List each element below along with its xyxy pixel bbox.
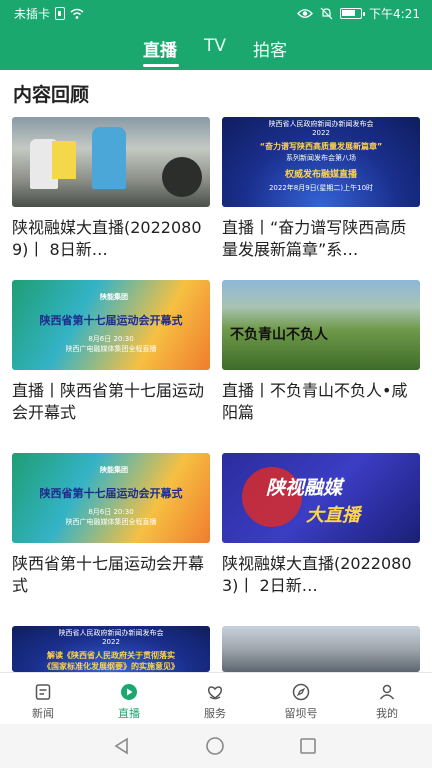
card-thumbnail	[222, 626, 420, 672]
nav-live[interactable]: 直播	[86, 673, 172, 725]
thumb-text: 陕西广电融媒体集团全程直播	[65, 518, 157, 526]
thumb-text: 8月6日 20:30	[88, 508, 134, 516]
thumb-text: 2022	[102, 638, 120, 646]
card-title: 直播丨陕西省第十七届运动会开幕式	[12, 381, 205, 422]
wifi-icon	[70, 8, 84, 20]
card-title: 陕西省第十七届运动会开幕式	[12, 554, 205, 595]
profile-icon	[379, 684, 395, 700]
section-title: 内容回顾	[13, 84, 90, 106]
nav-label: 直播	[118, 707, 140, 720]
card-title: 直播丨“奋力谱写陕西高质量发展新篇章”系…	[222, 218, 407, 259]
content-card[interactable]: 不负青山不负人 直播丨不负青山不负人•咸阳篇	[222, 280, 420, 424]
sim-icon	[55, 7, 66, 20]
thumb-text: 2022年8月9日(星期二)上午10时	[268, 184, 374, 192]
thumb-text: 大直播	[306, 505, 360, 526]
nav-label: 我的	[376, 707, 398, 720]
service-heart-icon	[207, 686, 223, 700]
nav-profile[interactable]: 我的	[344, 673, 430, 725]
thumb-text: 8月6日 20:30	[88, 335, 134, 343]
nav-service[interactable]: 服务	[172, 673, 258, 725]
card-title: 陕视融媒大直播(20220809)丨 8日新…	[12, 218, 202, 259]
nav-label: 新闻	[32, 707, 54, 720]
nav-liubahao[interactable]: 留坝号	[258, 673, 344, 725]
thumb-text: 陕西省第十七届运动会开幕式	[39, 314, 183, 327]
card-thumbnail	[12, 117, 210, 207]
back-icon[interactable]	[112, 736, 132, 756]
thumb-calligraphy: 不负青山不负人	[230, 327, 328, 343]
thumb-text: 陕西省第十七届运动会开幕式	[39, 487, 183, 500]
thumb-text: 权威发布融媒直播	[284, 170, 357, 180]
thumb-text: “奋力谱写陕西高质量发展新篇章”	[259, 142, 383, 151]
card-thumbnail: 陕西省人民政府新闻办新闻发布会 2022 “奋力谱写陕西高质量发展新篇章” 系列…	[222, 117, 420, 207]
thumb-logo: 陕能集团	[100, 293, 128, 301]
tab-live[interactable]: 直播	[143, 36, 177, 61]
bottom-nav: 新闻 直播 服务 留坝号 我的	[0, 672, 432, 724]
app-header: 未插卡 下午4:21 直播 TV 拍客	[0, 0, 432, 70]
thumb-text: 2022	[312, 129, 330, 137]
thumb-text: 解读《陕西省人民政府关于贯彻落实	[47, 651, 175, 660]
card-thumbnail: 陕视融媒 大直播	[222, 453, 420, 543]
content-card[interactable]: 陕视融媒 大直播 陕视融媒大直播(20220803)丨 2日新…	[222, 453, 420, 597]
thumb-text: 系列新闻发布会第八场	[286, 154, 356, 162]
thumb-text: 陕西省人民政府新闻办新闻发布会	[58, 629, 164, 637]
top-tab-bar: 直播 TV 拍客	[0, 30, 432, 70]
card-thumbnail: 陕能集团 陕西省第十七届运动会开幕式 8月6日 20:30 陕西广电融媒体集团全…	[12, 280, 210, 370]
content-card[interactable]: 陕西省人民政府新闻办新闻发布会 2022 “奋力谱写陕西高质量发展新篇章” 系列…	[222, 117, 420, 261]
recents-icon[interactable]	[298, 736, 318, 756]
eye-icon	[297, 8, 313, 19]
status-time: 下午4:21	[369, 7, 420, 21]
content-card[interactable]	[222, 626, 420, 672]
status-bar: 未插卡 下午4:21	[0, 0, 432, 26]
tab-paike[interactable]: 拍客	[253, 36, 287, 61]
nav-label: 服务	[204, 707, 226, 720]
system-nav-bar	[0, 724, 432, 768]
content-card[interactable]: 陕能集团 陕西省第十七届运动会开幕式 8月6日 20:30 陕西广电融媒体集团全…	[12, 453, 210, 597]
nav-news[interactable]: 新闻	[0, 673, 86, 725]
carrier-label: 未插卡	[14, 7, 51, 21]
thumb-text: 陕视融媒	[266, 477, 343, 499]
live-play-icon	[121, 684, 137, 700]
thumb-text: 《国家标准化发展纲要》的实施意见》	[43, 662, 179, 671]
card-title: 直播丨不负青山不负人•咸阳篇	[222, 381, 408, 422]
content-card[interactable]: 陕西省人民政府新闻办新闻发布会 2022 解读《陕西省人民政府关于贯彻落实 《国…	[12, 626, 210, 672]
thumb-text: 陕西省人民政府新闻办新闻发布会	[268, 120, 374, 128]
thumb-text: 陕西广电融媒体集团全程直播	[65, 345, 157, 353]
nav-label: 留坝号	[284, 707, 318, 720]
card-title: 陕视融媒大直播(20220803)丨 2日新…	[222, 554, 412, 595]
card-thumbnail: 不负青山不负人	[222, 280, 420, 370]
card-thumbnail: 陕西省人民政府新闻办新闻发布会 2022 解读《陕西省人民政府关于贯彻落实 《国…	[12, 626, 210, 672]
tab-tv[interactable]: TV	[204, 36, 226, 56]
content-card[interactable]: 陕视融媒大直播(20220809)丨 8日新…	[12, 117, 210, 261]
thumb-logo: 陕能集团	[100, 466, 128, 474]
battery-icon	[340, 8, 366, 19]
compass-icon	[292, 683, 310, 701]
content-card[interactable]: 陕能集团 陕西省第十七届运动会开幕式 8月6日 20:30 陕西广电融媒体集团全…	[12, 280, 210, 424]
active-tab-indicator	[143, 64, 179, 67]
card-thumbnail: 陕能集团 陕西省第十七届运动会开幕式 8月6日 20:30 陕西广电融媒体集团全…	[12, 453, 210, 543]
bell-off-icon	[320, 7, 333, 20]
home-icon[interactable]	[205, 736, 225, 756]
news-icon	[35, 684, 51, 700]
